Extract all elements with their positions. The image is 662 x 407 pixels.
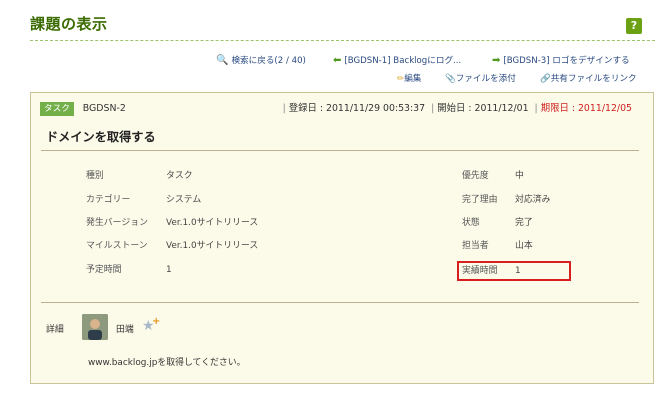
arrow-right-icon: ➡ [492,55,501,66]
field-value: 1 [166,265,172,275]
field-value: 完了 [515,218,533,228]
title-divider [30,40,655,41]
issue-meta-row: タスク BGDSN-2 | 登録日 : 2011/11/29 00:53:37 |… [40,101,644,117]
due-date: 期限日 : 2011/12/05 [540,103,632,114]
avatar[interactable] [82,314,108,340]
paperclip-icon: 📎 [445,74,456,84]
plus-icon: + [152,316,161,327]
issue-description: www.backlog.jpを取得してください。 [88,358,246,368]
field-label: カテゴリー [86,195,131,205]
page-title: 課題の表示 [30,15,108,33]
field-label: 完了理由 [462,195,498,205]
field-value: Ver.1.0サイトリリース [166,218,259,228]
highlight-box [457,261,571,281]
issue-dates: | 登録日 : 2011/11/29 00:53:37 | 開始日 : 2011/1… [282,103,632,114]
detail-divider [41,302,639,303]
start-date: 開始日 : 2011/12/01 [437,103,529,114]
field-label: 担当者 [462,241,489,251]
field-label: マイルストーン [86,241,148,251]
attach-file-link[interactable]: 📎ファイルを添付 [445,72,516,86]
issue-summary: ドメインを取得する [46,130,156,144]
field-value: 山本 [515,241,533,251]
field-label: 発生バージョン [86,218,148,228]
field-value: タスク [166,171,193,181]
detail-label: 詳細 [46,325,64,335]
summary-divider [41,150,639,151]
registered-date: 登録日 : 2011/11/29 00:53:37 [288,103,426,114]
field-label: 状態 [462,218,480,228]
field-label: 予定時間 [86,265,122,275]
link-icon: 🔗 [540,74,551,84]
field-label: 種別 [86,171,104,181]
field-value: 対応済み [515,195,551,205]
search-icon: 🔍 [216,55,229,66]
next-issue-link[interactable]: ➡ [BGDSN-3] ロゴをデザインする [492,54,630,68]
field-value: Ver.1.0サイトリリース [166,241,259,251]
arrow-left-icon: ⬅ [333,55,342,66]
author-name[interactable]: 田端 [116,322,134,335]
link-shared-file-link[interactable]: 🔗共有ファイルをリンク [540,72,637,86]
field-value: 中 [515,171,524,181]
edit-link[interactable]: ✏編集 [397,72,421,86]
help-button[interactable]: ? [626,18,642,34]
issue-panel: タスク BGDSN-2 | 登録日 : 2011/11/29 00:53:37 |… [30,92,654,384]
field-label: 優先度 [462,171,489,181]
prev-issue-link[interactable]: ⬅ [BGDSN-1] Backlogにログ... [333,54,461,68]
back-to-search-link[interactable]: 🔍 検索に戻る(2 / 40) [216,54,306,68]
field-value: システム [166,195,202,205]
issue-type-badge: タスク [40,102,74,116]
issue-key: BGDSN-2 [82,103,126,114]
